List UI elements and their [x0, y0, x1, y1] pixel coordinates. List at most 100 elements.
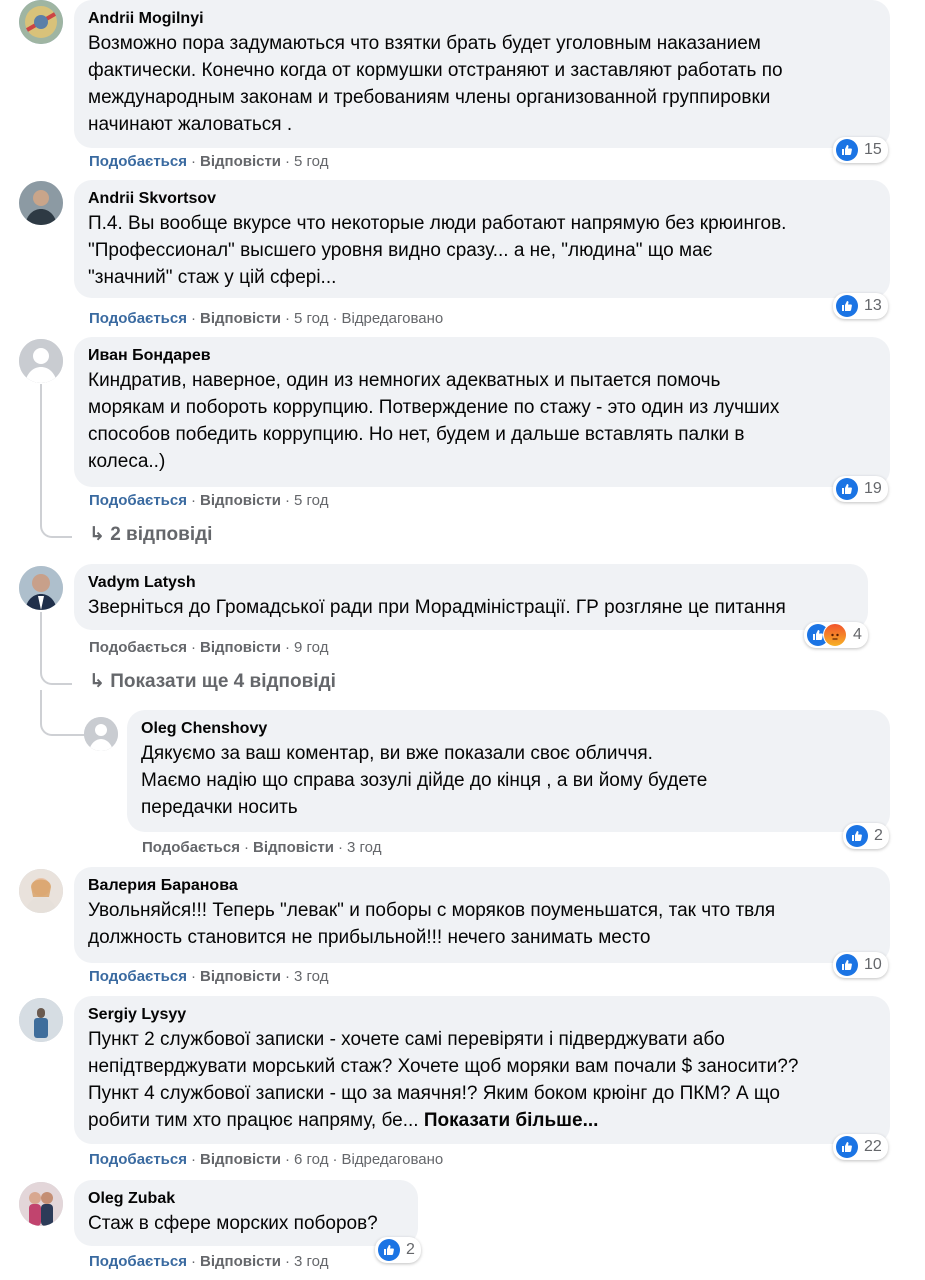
reply-arrow-icon: ↳ — [89, 524, 105, 545]
comment-actions: Подобається · Відповісти · 3 год — [89, 968, 329, 985]
like-icon — [836, 295, 858, 317]
reaction-number: 15 — [864, 141, 882, 158]
thread-connector — [40, 700, 86, 736]
view-replies-label: Показати ще 4 відповіді — [110, 671, 336, 692]
comment-time[interactable]: 3 год — [294, 1253, 328, 1270]
thread-line — [40, 384, 42, 510]
comment-time[interactable]: 3 год — [347, 839, 381, 856]
view-replies-link[interactable]: ↳ 2 відповіді — [89, 523, 212, 547]
comment-bubble: Vadym Latysh Зверніться до Громадської р… — [74, 564, 868, 630]
comment-text: Дякуємо за ваш коментар, ви вже показали… — [141, 743, 708, 818]
comment-text: П.4. Вы вообще вкурсе что некоторые люди… — [88, 213, 787, 288]
like-button[interactable]: Подобається — [89, 310, 187, 327]
reaction-count[interactable]: 22 — [833, 1134, 888, 1160]
reaction-number: 10 — [864, 956, 882, 973]
comment-bubble: Иван Бондарев Киндратив, наверное, один … — [74, 337, 890, 487]
edited-label: Відредаговано — [341, 310, 444, 327]
comment-author[interactable]: Andrii Mogilnyi — [88, 8, 876, 30]
like-button[interactable]: Подобається — [89, 639, 187, 656]
reaction-number: 19 — [864, 480, 882, 497]
like-icon — [836, 478, 858, 500]
comment-actions: Подобається · Відповісти · 5 год — [89, 153, 329, 170]
view-replies-label: 2 відповіді — [110, 524, 213, 545]
view-more-replies-link[interactable]: ↳ Показати ще 4 відповіді — [89, 670, 336, 694]
comment-bubble: Валерия Баранова Увольняйся!!! Теперь "л… — [74, 867, 890, 963]
comment-author[interactable]: Vadym Latysh — [88, 572, 854, 594]
like-icon — [378, 1239, 400, 1261]
comment-time[interactable]: 5 год — [294, 153, 328, 170]
comment-bubble: Oleg Zubak Стаж в сфере морских поборов? — [74, 1180, 418, 1246]
reaction-number: 2 — [874, 827, 883, 844]
angry-icon — [823, 623, 847, 647]
reaction-count[interactable]: 4 — [804, 622, 868, 648]
comment-time[interactable]: 9 год — [294, 639, 328, 656]
comment-text: Стаж в сфере морских поборов? — [88, 1213, 378, 1234]
like-button[interactable]: Подобається — [89, 1151, 187, 1168]
comment-author[interactable]: Oleg Zubak — [88, 1188, 404, 1210]
like-button[interactable]: Подобається — [89, 1253, 187, 1270]
comment-time[interactable]: 5 год — [294, 492, 328, 509]
reaction-count[interactable]: 19 — [833, 476, 888, 502]
see-more-link[interactable]: Показати більше... — [424, 1110, 599, 1131]
reply-bubble: Oleg Chenshovy Дякуємо за ваш коментар, … — [127, 710, 890, 832]
reaction-number: 4 — [853, 626, 862, 643]
thread-connector — [40, 655, 72, 685]
comment-actions: Подобається · Відповісти · 3 год — [89, 1253, 329, 1270]
comment-bubble: Andrii Mogilnyi Возможно пора задумаютьс… — [74, 0, 890, 148]
thread-connector — [40, 500, 72, 538]
comment-author[interactable]: Andrii Skvortsov — [88, 188, 876, 210]
comment-text: Возможно пора задумаються что взятки бра… — [88, 33, 783, 135]
comment-actions: Подобається · Відповісти · 5 год · Відредагова… — [89, 310, 444, 327]
like-icon — [836, 1136, 858, 1158]
comment-actions: Подобається · Відповісти · 9 год — [89, 639, 329, 656]
comment-text: Зверніться до Громадської ради при Морад… — [88, 597, 786, 618]
comment-bubble: Sergiy Lysyy Пункт 2 службової записки -… — [74, 996, 890, 1144]
comment-text: Увольняйся!!! Теперь "левак" и поборы с … — [88, 900, 776, 948]
like-button[interactable]: Подобається — [142, 839, 240, 856]
comment-actions: Подобається · Відповісти · 3 год — [142, 839, 382, 856]
reply-button[interactable]: Відповісти — [253, 839, 334, 856]
reaction-count[interactable]: 15 — [833, 137, 888, 163]
comment-author[interactable]: Oleg Chenshovy — [141, 718, 876, 740]
reply-button[interactable]: Відповісти — [200, 1253, 281, 1270]
like-icon — [836, 139, 858, 161]
comment-text: Киндратив, наверное, один из немногих ад… — [88, 370, 780, 472]
comment-time[interactable]: 5 год — [294, 310, 328, 327]
avatar[interactable] — [84, 717, 118, 751]
avatar[interactable] — [19, 566, 63, 610]
reply-button[interactable]: Відповісти — [200, 492, 281, 509]
comment-author[interactable]: Иван Бондарев — [88, 345, 876, 367]
reaction-count[interactable]: 2 — [375, 1237, 421, 1263]
like-icon — [846, 825, 868, 847]
avatar[interactable] — [19, 181, 63, 225]
reaction-count[interactable]: 13 — [833, 293, 888, 319]
avatar[interactable] — [19, 998, 63, 1042]
comment-time[interactable]: 6 год — [294, 1151, 328, 1168]
comment-time[interactable]: 3 год — [294, 968, 328, 985]
like-button[interactable]: Подобається — [89, 968, 187, 985]
avatar[interactable] — [19, 869, 63, 913]
reply-button[interactable]: Відповісти — [200, 639, 281, 656]
reaction-number: 2 — [406, 1241, 415, 1258]
comment-actions: Подобається · Відповісти · 5 год — [89, 492, 329, 509]
reply-arrow-icon: ↳ — [89, 671, 105, 692]
reply-button[interactable]: Відповісти — [200, 968, 281, 985]
comment-actions: Подобається · Відповісти · 6 год · Відредагова… — [89, 1151, 444, 1168]
like-button[interactable]: Подобається — [89, 153, 187, 170]
comment-text: Пункт 2 службової записки - хочете самі … — [88, 1026, 876, 1134]
like-button[interactable]: Подобається — [89, 492, 187, 509]
avatar[interactable] — [19, 339, 63, 383]
reply-button[interactable]: Відповісти — [200, 153, 281, 170]
comment-author[interactable]: Валерия Баранова — [88, 875, 876, 897]
reply-button[interactable]: Відповісти — [200, 310, 281, 327]
comment-author[interactable]: Sergiy Lysyy — [88, 1004, 876, 1026]
like-icon — [836, 954, 858, 976]
edited-label: Відредаговано — [341, 1151, 444, 1168]
reaction-count[interactable]: 10 — [833, 952, 888, 978]
avatar[interactable] — [19, 1182, 63, 1226]
reaction-number: 22 — [864, 1138, 882, 1155]
avatar[interactable] — [19, 0, 63, 44]
reaction-count[interactable]: 2 — [843, 823, 889, 849]
reply-button[interactable]: Відповісти — [200, 1151, 281, 1168]
comment-bubble: Andrii Skvortsov П.4. Вы вообще вкурсе ч… — [74, 180, 890, 298]
